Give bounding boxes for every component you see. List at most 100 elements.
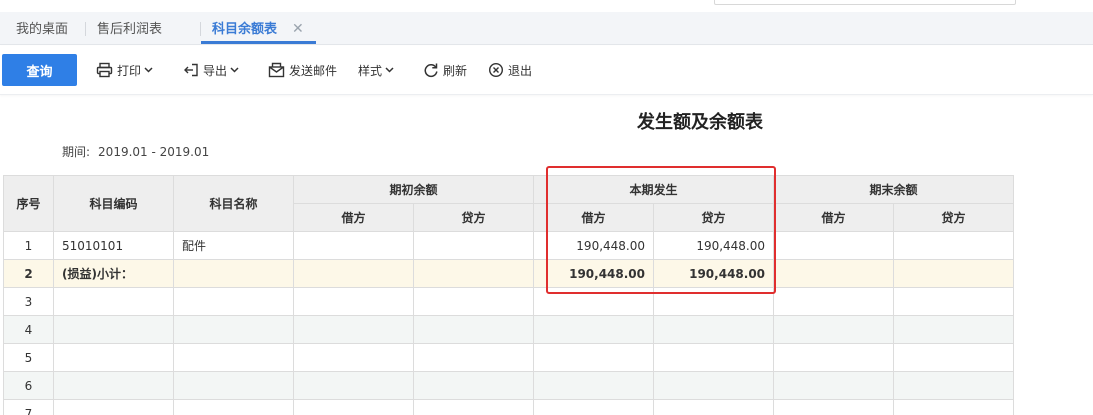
table-row[interactable]: 7 xyxy=(3,399,1015,415)
close-circle-icon xyxy=(488,62,504,78)
row-no: 4 xyxy=(3,315,54,344)
table-row[interactable]: 1 51010101 配件 190,448.00 190,448.00 xyxy=(3,231,1015,260)
opening-credit xyxy=(412,371,535,400)
closing-credit xyxy=(893,315,1015,344)
header-account-code: 科目编码 xyxy=(53,175,174,232)
header-opening-debit: 借方 xyxy=(293,203,414,232)
header-no: 序号 xyxy=(3,175,54,232)
style-label: 样式 xyxy=(358,63,383,78)
balance-table: 序号 科目编码 科目名称 期初余额 本期发生 期末余额 借方 贷方 借方 贷方 … xyxy=(3,175,1015,415)
export-label: 导出 xyxy=(203,63,228,78)
account-name xyxy=(173,315,294,344)
closing-credit xyxy=(893,287,1015,316)
send-email-label: 发送邮件 xyxy=(289,63,338,78)
header-current-debit: 借方 xyxy=(533,203,655,232)
account-code xyxy=(53,371,174,400)
opening-credit xyxy=(412,287,535,316)
current-credit-link[interactable]: 190,448.00 xyxy=(653,231,775,260)
opening-credit xyxy=(412,231,535,260)
row-no: 1 xyxy=(3,231,54,260)
header-current-credit: 贷方 xyxy=(653,203,775,232)
top-search-box[interactable] xyxy=(714,0,1016,5)
print-label: 打印 xyxy=(117,63,142,78)
chevron-down-icon xyxy=(144,67,153,73)
current-debit xyxy=(533,287,655,316)
style-dropdown[interactable]: 样式 xyxy=(358,60,394,80)
opening-debit xyxy=(293,287,414,316)
export-icon xyxy=(184,63,198,77)
header-closing-balance: 期末余额 xyxy=(773,175,1015,204)
current-credit xyxy=(653,287,775,316)
printer-icon xyxy=(96,62,113,78)
opening-debit xyxy=(293,315,414,344)
closing-credit xyxy=(893,231,1015,260)
tab-divider xyxy=(85,22,86,36)
active-tab-indicator xyxy=(201,41,316,44)
current-debit xyxy=(533,315,655,344)
row-no: 5 xyxy=(3,343,54,372)
closing-credit xyxy=(893,343,1015,372)
opening-credit xyxy=(412,343,535,372)
row-no: 3 xyxy=(3,287,54,316)
exit-button[interactable]: 退出 xyxy=(488,60,532,80)
opening-credit xyxy=(412,399,535,415)
top-strip xyxy=(0,0,1093,12)
current-debit xyxy=(533,371,655,400)
refresh-label: 刷新 xyxy=(443,63,468,78)
opening-debit xyxy=(293,371,414,400)
account-code: 51010101 xyxy=(53,231,174,260)
account-name: 配件 xyxy=(173,231,294,260)
exit-label: 退出 xyxy=(508,63,533,78)
header-closing-debit: 借方 xyxy=(773,203,895,232)
closing-debit xyxy=(773,315,895,344)
query-button[interactable]: 查询 xyxy=(2,54,77,86)
account-name xyxy=(173,399,294,415)
tab-bar: 我的桌面 售后利润表 科目余额表 ✕ xyxy=(0,12,1093,45)
tab-after-sales-profit[interactable]: 售后利润表 xyxy=(97,12,162,45)
chevron-down-icon xyxy=(385,67,394,73)
toolbar: 查询 打印 导出 发送邮件 样式 刷新 退出 xyxy=(0,46,1093,95)
send-email-button[interactable]: 发送邮件 xyxy=(268,60,337,80)
account-name xyxy=(173,287,294,316)
table-row[interactable]: 6 xyxy=(3,371,1015,400)
account-code xyxy=(53,399,174,415)
current-credit xyxy=(653,343,775,372)
account-name xyxy=(173,343,294,372)
refresh-button[interactable]: 刷新 xyxy=(423,60,467,80)
closing-debit xyxy=(773,399,895,415)
chevron-down-icon xyxy=(230,67,239,73)
current-debit-link[interactable]: 190,448.00 xyxy=(533,231,655,260)
current-debit xyxy=(533,399,655,415)
report-title: 发生额及余额表 xyxy=(637,112,763,133)
header-opening-balance: 期初余额 xyxy=(292,175,535,204)
current-credit xyxy=(653,399,775,415)
table-row[interactable]: 4 xyxy=(3,315,1015,344)
refresh-icon xyxy=(424,63,438,78)
header-closing-credit: 贷方 xyxy=(893,203,1015,232)
current-credit xyxy=(653,315,775,344)
tab-divider xyxy=(200,22,201,36)
current-credit: 190,448.00 xyxy=(653,259,775,288)
closing-debit xyxy=(773,371,895,400)
subtotal-row[interactable]: 2 (损益)小计： 190,448.00 190,448.00 xyxy=(3,259,1015,288)
tab-my-desktop[interactable]: 我的桌面 xyxy=(16,12,68,45)
account-name xyxy=(173,371,294,400)
header-account-name: 科目名称 xyxy=(173,175,294,232)
header-current-period: 本期发生 xyxy=(533,175,775,204)
header-opening-credit: 贷方 xyxy=(412,203,535,232)
opening-debit xyxy=(293,399,414,415)
closing-debit xyxy=(773,343,895,372)
opening-debit xyxy=(293,259,414,288)
closing-credit xyxy=(893,371,1015,400)
row-no: 7 xyxy=(3,399,54,415)
print-button[interactable]: 打印 xyxy=(96,60,153,80)
period-row: 期间: 2019.01 - 2019.01 xyxy=(62,143,209,160)
table-row[interactable]: 5 xyxy=(3,343,1015,372)
row-no: 2 xyxy=(3,259,54,288)
row-no: 6 xyxy=(3,371,54,400)
table-row[interactable]: 3 xyxy=(3,287,1015,316)
period-label: 期间: xyxy=(62,145,91,159)
subtotal-label: (损益)小计： xyxy=(53,259,174,288)
export-button[interactable]: 导出 xyxy=(183,60,239,80)
current-debit: 190,448.00 xyxy=(533,259,655,288)
